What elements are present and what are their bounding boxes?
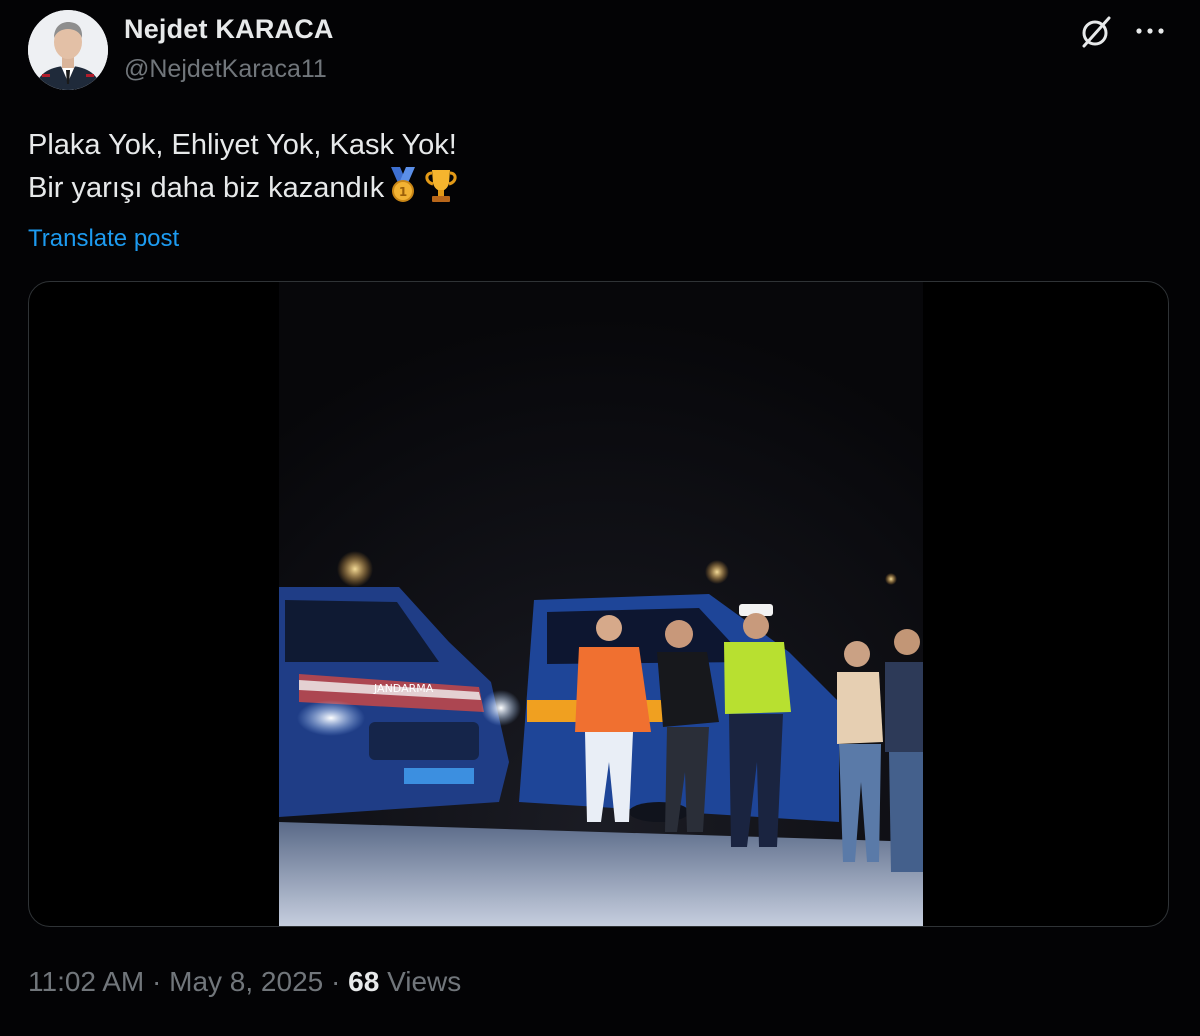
post-text: Plaka Yok, Ehliyet Yok, Kask Yok! Bir ya… [28, 124, 460, 216]
views-label: Views [387, 966, 462, 997]
post-time[interactable]: 11:02 AM [28, 966, 144, 997]
author-handle[interactable]: @NejdetKaraca11 [124, 55, 327, 84]
van-marking: JANDARMA [373, 682, 434, 695]
post-text-line-1: Plaka Yok, Ehliyet Yok, Kask Yok! [28, 129, 457, 161]
video-frame-image: JANDARMA [279, 282, 923, 926]
meta-separator-2: · [331, 966, 341, 997]
post-date[interactable]: May 8, 2025 [169, 966, 323, 997]
post-text-line-2: Bir yarışı daha biz kazandık 1 [28, 167, 460, 216]
medal-icon: 1 [386, 167, 420, 216]
meta-separator: · [152, 966, 162, 997]
avatar[interactable] [28, 10, 108, 90]
post-text-line-2-text: Bir yarışı daha biz kazandık [28, 172, 385, 204]
media-container[interactable]: JANDARMA [28, 281, 1169, 927]
post-meta: 11:02 AM · May 8, 2025 · 68 Views [28, 966, 461, 998]
video-player[interactable]: JANDARMA [279, 282, 923, 926]
translate-post-link[interactable]: Translate post [28, 225, 179, 253]
author-name[interactable]: Nejdet KARACA [124, 14, 334, 45]
more-icon[interactable] [1130, 14, 1170, 50]
trophy-icon [422, 167, 460, 216]
views-count: 68 [348, 966, 380, 997]
svg-text:1: 1 [399, 185, 407, 199]
grok-icon[interactable] [1078, 14, 1114, 50]
post: Nejdet KARACA @NejdetKaraca11 Plaka Yok,… [0, 0, 1200, 1036]
